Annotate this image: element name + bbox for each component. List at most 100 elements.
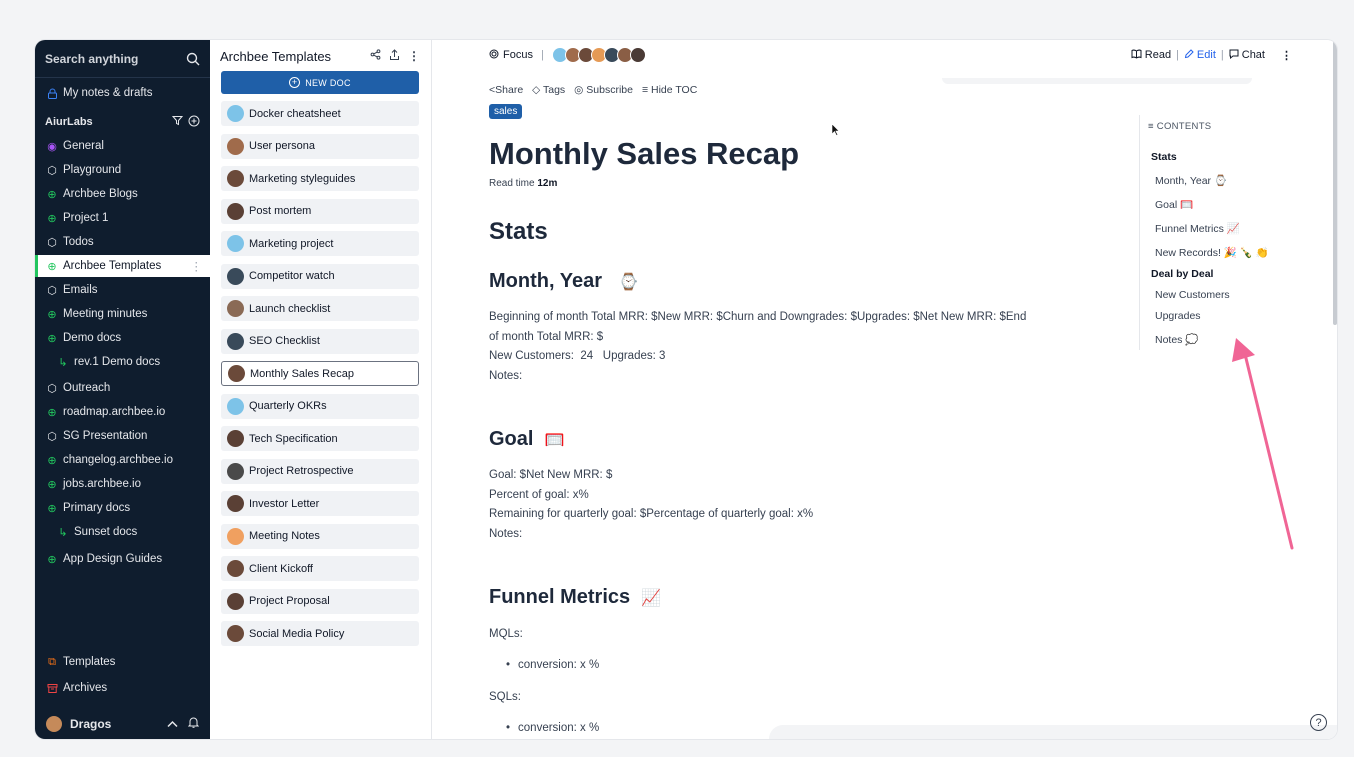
- sidebar-item[interactable]: ⊕ App Design Guides: [35, 548, 210, 570]
- doc-list-item[interactable]: Investor Letter: [221, 491, 419, 516]
- focus-button[interactable]: Focus: [503, 49, 533, 61]
- page-title[interactable]: Monthly Sales Recap: [489, 136, 799, 172]
- list-item[interactable]: conversion: x %: [506, 659, 599, 671]
- heading-month-year[interactable]: Month, Year ⌚: [489, 270, 639, 293]
- collaborator-avatars[interactable]: [551, 47, 646, 63]
- search-input[interactable]: Search anything: [45, 52, 186, 66]
- toc-item[interactable]: Deal by Deal: [1151, 268, 1213, 280]
- sidebar-item-label: My notes & drafts: [63, 87, 153, 99]
- doc-list-item[interactable]: Monthly Sales Recap: [221, 361, 419, 386]
- help-icon[interactable]: ?: [1310, 714, 1327, 731]
- sidebar-item[interactable]: ⊕ changelog.archbee.io: [35, 449, 210, 471]
- toc-item[interactable]: Goal 🥅: [1155, 198, 1193, 211]
- sidebar-item[interactable]: ⊕ roadmap.archbee.io: [35, 401, 210, 423]
- doc-list-item[interactable]: Marketing project: [221, 231, 419, 256]
- doc-list-item[interactable]: Competitor watch: [221, 263, 419, 289]
- sidebar-item[interactable]: ⬡ SG Presentation: [35, 425, 210, 447]
- sidebar-item[interactable]: ↳ Sunset docs: [35, 521, 210, 543]
- sidebar-item[interactable]: ⊕ Archbee Templates ⋮: [35, 255, 210, 277]
- heading-goal[interactable]: Goal 🥅: [489, 428, 565, 451]
- subscribe-action[interactable]: ◎ Subscribe: [574, 84, 633, 96]
- scrollbar[interactable]: [1333, 40, 1337, 325]
- text-line: of month Total MRR: $: [489, 330, 604, 343]
- chevron-up-icon[interactable]: [167, 717, 178, 731]
- filter-icon[interactable]: [171, 115, 184, 129]
- doc-list-item[interactable]: Launch checklist: [221, 296, 419, 321]
- hide-toc-action[interactable]: ≡ Hide TOC: [642, 84, 697, 96]
- avatar: [227, 430, 244, 447]
- toc-item[interactable]: Stats: [1151, 151, 1177, 163]
- list-item[interactable]: conversion: x %: [506, 722, 599, 734]
- edit-button[interactable]: Edit: [1197, 49, 1216, 61]
- sidebar-item[interactable]: ⊕ Demo docs: [35, 327, 210, 349]
- toc-item[interactable]: New Records! 🎉 🍾 👏: [1155, 246, 1269, 259]
- heading-stats[interactable]: Stats: [489, 218, 548, 246]
- sidebar-item[interactable]: ⊕ Meeting minutes: [35, 303, 210, 325]
- doc-list-item[interactable]: Social Media Policy: [221, 621, 419, 646]
- tags-action[interactable]: ◇ Tags: [532, 84, 565, 96]
- sidebar-item-label: Archives: [63, 682, 108, 694]
- avatar: [629, 47, 646, 63]
- doc-list-item[interactable]: User persona: [221, 133, 419, 159]
- add-space-icon[interactable]: [188, 115, 200, 130]
- doc-title: Marketing styleguides: [249, 172, 356, 185]
- read-button[interactable]: Read: [1145, 49, 1171, 61]
- bell-icon[interactable]: [187, 716, 200, 731]
- subscribe-label: Subscribe: [586, 84, 633, 96]
- sidebar-item[interactable]: ⊕ jobs.archbee.io: [35, 473, 210, 495]
- more-vertical-icon[interactable]: ⋮: [191, 259, 203, 273]
- more-vertical-icon[interactable]: ⋮: [1281, 49, 1292, 62]
- search-icon[interactable]: [186, 52, 200, 66]
- doc-list-item[interactable]: SEO Checklist: [221, 328, 419, 354]
- doc-list-item[interactable]: Client Kickoff: [221, 556, 419, 581]
- doc-list-item[interactable]: Project Retrospective: [221, 458, 419, 484]
- doc-list-item[interactable]: Post mortem: [221, 198, 419, 224]
- sidebar-item[interactable]: ⊕ Project 1: [35, 207, 210, 229]
- text-line: Notes:: [489, 369, 523, 382]
- toc-item[interactable]: New Customers: [1155, 289, 1230, 301]
- tag-badge[interactable]: sales: [489, 104, 523, 119]
- doc-title: Docker cheatsheet: [249, 107, 341, 120]
- doc-list-item[interactable]: Quarterly OKRs: [221, 393, 419, 419]
- new-doc-button[interactable]: + NEW DOC: [221, 71, 419, 94]
- chat-button[interactable]: Chat: [1242, 49, 1265, 61]
- more-vertical-icon[interactable]: ⋮: [408, 49, 420, 63]
- mqls-label[interactable]: MQLs:: [489, 625, 523, 645]
- heading-funnel-metrics[interactable]: Funnel Metrics 📈: [489, 586, 661, 609]
- cube-icon: ⬡: [47, 382, 57, 395]
- doc-title: Launch checklist: [249, 302, 331, 315]
- search-bar[interactable]: Search anything: [35, 40, 210, 78]
- goal-paragraph[interactable]: Goal: $Net New MRR: $ Percent of goal: x…: [489, 466, 813, 544]
- heading-text: Funnel Metrics: [489, 586, 631, 608]
- toc-item[interactable]: Notes 💭: [1155, 333, 1198, 346]
- sidebar-item[interactable]: ⬡ Playground: [35, 159, 210, 181]
- month-paragraph[interactable]: Beginning of month Total MRR: $New MRR: …: [489, 308, 1026, 386]
- sidebar-item[interactable]: ⬡ Emails: [35, 279, 210, 301]
- share-action[interactable]: <Share: [489, 84, 523, 96]
- toc-item[interactable]: Funnel Metrics 📈: [1155, 222, 1240, 235]
- doc-list-item[interactable]: Meeting Notes: [221, 523, 419, 549]
- sidebar-item[interactable]: ⬡ Todos: [35, 231, 210, 253]
- toc-item[interactable]: Upgrades: [1155, 310, 1201, 322]
- branch-icon: ↳: [58, 526, 68, 539]
- sidebar-item[interactable]: ↳ rev.1 Demo docs: [35, 351, 210, 373]
- sidebar-item-archives[interactable]: Archives: [35, 677, 210, 699]
- doc-list-item[interactable]: Tech Specification: [221, 426, 419, 451]
- sidebar-item[interactable]: ◉ General: [35, 135, 210, 157]
- sidebar-item[interactable]: ⊕ Primary docs: [35, 497, 210, 519]
- sidebar-item[interactable]: ⬡ Outreach: [35, 377, 210, 399]
- focus-icon[interactable]: [489, 49, 499, 62]
- sidebar-item-templates[interactable]: ⧉ Templates: [35, 651, 210, 673]
- doc-list-item[interactable]: Project Proposal: [221, 588, 419, 614]
- share-label: Share: [495, 84, 524, 96]
- user-menu[interactable]: Dragos: [35, 708, 210, 739]
- sqls-label[interactable]: SQLs:: [489, 688, 521, 708]
- sidebar-item[interactable]: ⊕ Archbee Blogs: [35, 183, 210, 205]
- export-icon[interactable]: [389, 48, 400, 64]
- doc-list-item[interactable]: Marketing styleguides: [221, 166, 419, 191]
- sidebar-item-label: General: [63, 140, 104, 152]
- toc-item[interactable]: Month, Year ⌚: [1155, 174, 1227, 187]
- doc-list-item[interactable]: Docker cheatsheet: [221, 101, 419, 126]
- sidebar-item-my-notes[interactable]: My notes & drafts: [35, 82, 210, 104]
- share-icon[interactable]: [370, 49, 381, 63]
